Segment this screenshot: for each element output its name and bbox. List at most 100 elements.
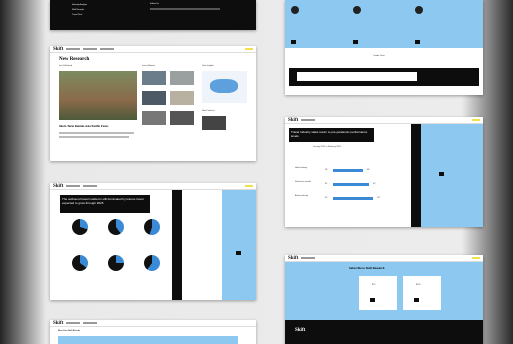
nav-link[interactable] — [83, 185, 98, 187]
column-heading: Just Published — [59, 65, 73, 67]
top-nav: Skift — [50, 320, 256, 327]
cta-button[interactable] — [415, 40, 420, 44]
product-thumb[interactable] — [202, 116, 226, 130]
feature-title[interactable]: Short-Term Rentals Asia Pacific Focus — [59, 124, 137, 128]
subscribe-pill[interactable] — [472, 119, 480, 121]
brand-logo[interactable]: Skift — [288, 256, 298, 261]
footer-link[interactable]: Industry Analysis — [72, 4, 87, 7]
brand-logo[interactable]: Skift — [288, 118, 298, 123]
brand-logo[interactable]: Skift — [53, 47, 63, 52]
row-label: Hotel industry — [295, 167, 308, 169]
cta-button[interactable] — [236, 251, 241, 255]
report-thumb[interactable] — [142, 111, 166, 125]
column-heading: New Products — [202, 110, 215, 112]
cta-button[interactable] — [291, 40, 296, 44]
chart-heading: Travel industry sales return to pre-pand… — [289, 128, 374, 142]
avatar — [291, 6, 299, 14]
nav-link[interactable] — [83, 48, 98, 50]
avatar — [415, 6, 423, 14]
follow-us-label: Follow Us — [150, 3, 159, 5]
nav-link[interactable] — [66, 185, 81, 187]
top-nav: Skift — [50, 46, 256, 53]
brand-logo[interactable]: Skift — [53, 321, 63, 326]
side-strip — [172, 190, 182, 300]
report-thumb[interactable] — [170, 111, 194, 125]
nav-link[interactable] — [83, 322, 98, 324]
plan-card[interactable]: $79 — [359, 276, 397, 310]
plan-button[interactable] — [414, 298, 420, 302]
pie-chart — [144, 255, 160, 271]
section-heading: Meet Your Skift Results — [58, 330, 81, 332]
pie-chart — [144, 219, 160, 235]
footer-links: Industry Analysis Skift Records Travel T… — [72, 4, 87, 17]
plan-price: $79 — [372, 284, 376, 286]
footer-link[interactable]: Skift Records — [72, 9, 87, 12]
cta-button[interactable] — [439, 172, 444, 176]
side-panel — [222, 190, 256, 300]
feature-image[interactable] — [59, 71, 137, 120]
pie-chart — [108, 255, 124, 271]
card-subscribe[interactable]: Skift Subscribe to Skift Research $79 $1… — [285, 255, 483, 344]
value-b: 117. — [377, 197, 381, 199]
cta-button[interactable] — [353, 40, 358, 44]
results-band — [58, 336, 238, 344]
report-thumb[interactable] — [142, 71, 166, 85]
pie-chart — [72, 219, 88, 235]
bar-fill — [333, 183, 369, 186]
bar-fill — [333, 169, 363, 172]
column-heading: Latest Reports — [142, 65, 156, 67]
feature-excerpt — [59, 132, 134, 134]
section-label: Trends Pulse — [373, 55, 385, 57]
hero-blue-band — [285, 0, 483, 48]
top-nav: Skift — [285, 117, 483, 124]
gallery-background: Industry Analysis Skift Records Travel T… — [0, 0, 513, 344]
value-a: 35. — [325, 197, 328, 199]
card-new-research[interactable]: Skift New Research Just Published Latest… — [50, 46, 256, 161]
value-b: 48. — [367, 169, 370, 171]
bar-fill — [333, 197, 373, 200]
row-label: Short-term rentals — [295, 181, 312, 183]
subscribe-pill[interactable] — [245, 185, 253, 187]
nav-link[interactable] — [301, 257, 316, 259]
avatar — [353, 6, 361, 14]
value-a: 81. — [325, 183, 328, 185]
chart-subtitle: January 2021 to February 2023 — [313, 146, 341, 148]
plan-button[interactable] — [370, 298, 376, 302]
map-landmass — [210, 79, 238, 93]
band-card — [297, 72, 417, 81]
card-trends[interactable]: Trends Pulse — [285, 0, 483, 95]
nav-link[interactable] — [301, 119, 316, 121]
footer-band: Skift — [285, 320, 483, 344]
top-nav: Skift — [50, 183, 256, 190]
plan-price: $199 — [416, 284, 421, 286]
card-results[interactable]: Skift Meet Your Skift Results — [50, 320, 256, 344]
pie-chart — [108, 219, 124, 235]
pie-chart — [72, 255, 88, 271]
card-sales-bars[interactable]: Skift Travel industry sales return to pr… — [285, 117, 483, 227]
footer-logo: Skift — [295, 328, 306, 333]
value-b: 92. — [373, 183, 376, 185]
nav-link[interactable] — [100, 48, 115, 50]
world-map[interactable] — [202, 71, 247, 103]
report-thumb[interactable] — [142, 91, 166, 105]
subscribe-pill[interactable] — [472, 257, 480, 259]
value-a: 38. — [325, 169, 328, 171]
card-pie-charts[interactable]: Skift The outbound travel market is stil… — [50, 183, 256, 300]
row-label: Airline industry — [295, 195, 309, 197]
plan-card[interactable]: $199 — [403, 276, 441, 310]
chart-heading: The outbound travel market is still domi… — [60, 195, 150, 213]
page-title: New Research — [59, 57, 90, 62]
subscribe-pill[interactable] — [245, 48, 253, 50]
report-thumb[interactable] — [170, 91, 194, 105]
nav-link[interactable] — [66, 48, 81, 50]
dark-band — [289, 68, 479, 86]
card-footer-preview[interactable]: Industry Analysis Skift Records Travel T… — [50, 0, 256, 30]
subscribe-heading: Subscribe to Skift Research — [349, 266, 385, 270]
subscribe-band: Subscribe to Skift Research $79 $199 — [285, 262, 483, 320]
side-strip — [411, 124, 421, 227]
footer-link[interactable]: Travel Tech — [72, 14, 87, 17]
column-heading: Data Insights — [202, 65, 214, 67]
nav-link[interactable] — [66, 322, 81, 324]
brand-logo[interactable]: Skift — [53, 184, 63, 189]
report-thumb[interactable] — [170, 71, 194, 85]
